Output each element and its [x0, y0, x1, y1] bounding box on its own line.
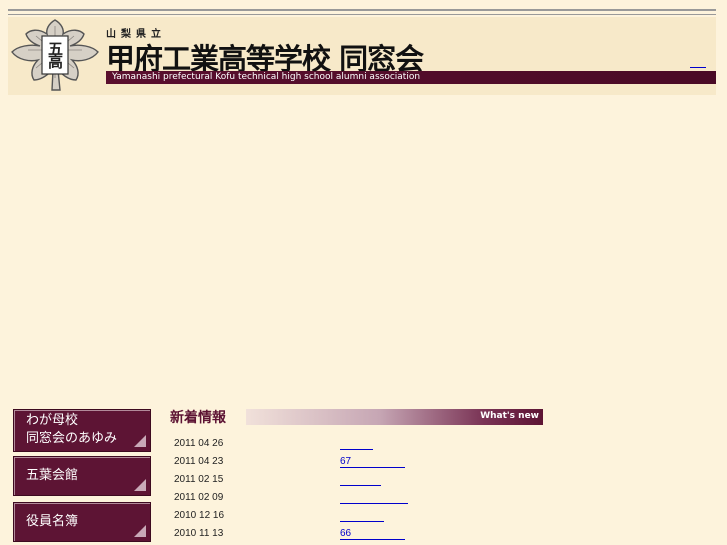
corner-arrow-icon — [134, 525, 146, 537]
corner-arrow-icon — [134, 435, 146, 447]
top-rule-thin — [8, 14, 716, 15]
emblem-text: 五高 — [46, 41, 64, 70]
news-link[interactable] — [340, 438, 373, 450]
news-link[interactable] — [340, 510, 384, 522]
top-rule — [8, 9, 716, 11]
news-link[interactable] — [340, 492, 408, 504]
english-name-bar: Yamanashi prefectural Kofu technical hig… — [106, 71, 716, 84]
news-link[interactable]: 66 — [340, 528, 405, 540]
nav-label: わが母校 同窓会のあゆみ — [26, 413, 118, 446]
whats-new-label: What's new — [480, 411, 539, 421]
corner-arrow-icon — [134, 479, 146, 491]
news-date: 2010 11 13 — [174, 528, 224, 539]
news-date: 2010 12 16 — [174, 510, 225, 521]
news-link[interactable]: 67 — [340, 456, 405, 468]
news-title: 新着情報 — [170, 410, 226, 426]
nav-goyo-kaikan[interactable]: 五葉会館 — [13, 456, 151, 496]
news-date: 2011 04 26 — [174, 438, 224, 449]
nav-label: 五葉会館 — [26, 468, 79, 483]
nav-label: 役員名簿 — [26, 514, 79, 529]
school-emblem-icon: 五高 — [11, 19, 99, 91]
news-date: 2011 02 09 — [174, 492, 224, 503]
nav-officers-list[interactable]: 役員名簿 — [13, 502, 151, 542]
news-date: 2011 02 15 — [174, 474, 224, 485]
news-header-bar: What's new — [246, 409, 543, 425]
header-link[interactable] — [690, 66, 706, 68]
news-date: 2011 04 23 — [174, 456, 224, 467]
news-link[interactable] — [340, 474, 381, 486]
nav-alma-mater-history[interactable]: わが母校 同窓会のあゆみ — [13, 409, 151, 452]
english-name: Yamanashi prefectural Kofu technical hig… — [112, 72, 421, 82]
